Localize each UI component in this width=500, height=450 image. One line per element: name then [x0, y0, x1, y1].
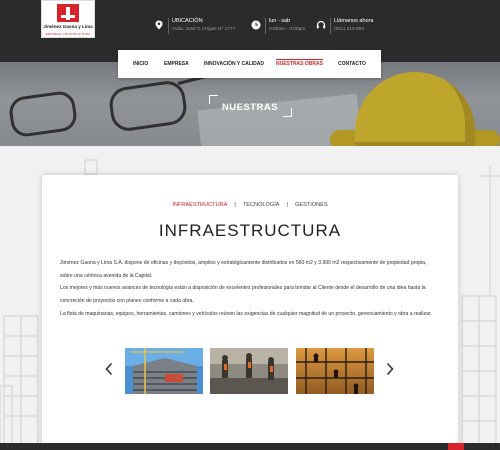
info-divider	[168, 18, 169, 34]
location-address: Avda. José G Artigas Nº 1777	[172, 27, 236, 32]
tab-gestiones[interactable]: GESTIONES	[295, 202, 328, 208]
nav-item-inicio[interactable]: Inicio	[133, 50, 148, 78]
hours-time: 0:00am - 0:00pm	[269, 27, 306, 32]
photo-carousel	[42, 346, 458, 394]
phone-title: Llámanos ahora	[334, 18, 374, 24]
nav-item-innovacion[interactable]: Innovación y Calidad	[204, 50, 264, 78]
footer-bar	[0, 443, 500, 450]
logo-name: Jiménez Gaona y Lima	[43, 24, 93, 29]
headset-icon	[316, 20, 326, 29]
scroll-top-button[interactable]	[448, 443, 464, 450]
info-divider	[265, 18, 266, 34]
tab-separator: |	[286, 202, 288, 208]
section-description: Jiménez Gaona y Lima S.A. dispone de ofi…	[60, 257, 440, 321]
logo-tagline: EMPRESA CONSTRUCTORA	[45, 32, 91, 36]
hero-title: NUESTRAS	[221, 102, 279, 113]
content-card: INFRAESTRUCTURA | TECNOLOGÍA | GESTIONES INF…	[42, 175, 458, 445]
company-logo[interactable]: Jiménez Gaona y Lima EMPRESA CONSTRUCTOR…	[41, 0, 95, 38]
building-construction-photo[interactable]	[125, 348, 203, 394]
category-tabs: INFRAESTRUCTURA | TECNOLOGÍA | GESTIONES	[42, 202, 458, 208]
logo-mark-icon	[57, 4, 79, 22]
location-pin-icon	[155, 20, 163, 30]
chevron-right-icon[interactable]	[385, 362, 395, 376]
road-workers-photo[interactable]	[210, 348, 288, 394]
nav-item-nuestras-obras[interactable]: Nuestras Obras	[276, 50, 323, 78]
tab-tecnologia[interactable]: TECNOLOGÍA	[243, 202, 280, 208]
location-title: UBICACIÓN	[172, 18, 203, 24]
paragraph: Los mejores y más nuevos avances de tecn…	[60, 285, 426, 305]
nav-item-empresa[interactable]: Empresa	[164, 50, 189, 78]
chevron-left-icon[interactable]	[104, 362, 114, 376]
tab-separator: |	[234, 202, 236, 208]
paragraph: Jiménez Gaona y Lima S.A. dispone de ofi…	[60, 260, 427, 279]
main-nav: Inicio Empresa Innovación y Calidad Nues…	[118, 50, 381, 78]
hours-days: lun - sab	[269, 18, 291, 24]
phone-number[interactable]: (021) 210-684	[334, 27, 364, 32]
info-divider	[330, 18, 331, 34]
clock-icon	[251, 20, 261, 30]
section-title: INFRAESTRUCTURA	[158, 221, 342, 240]
paragraph: La flota de maquinarias, equipos, herram…	[60, 310, 432, 317]
nav-item-contacto[interactable]: Contacto	[338, 50, 366, 78]
scaffolding-workers-photo[interactable]	[296, 348, 374, 394]
tab-infraestructura[interactable]: INFRAESTRUCTURA	[172, 202, 227, 208]
